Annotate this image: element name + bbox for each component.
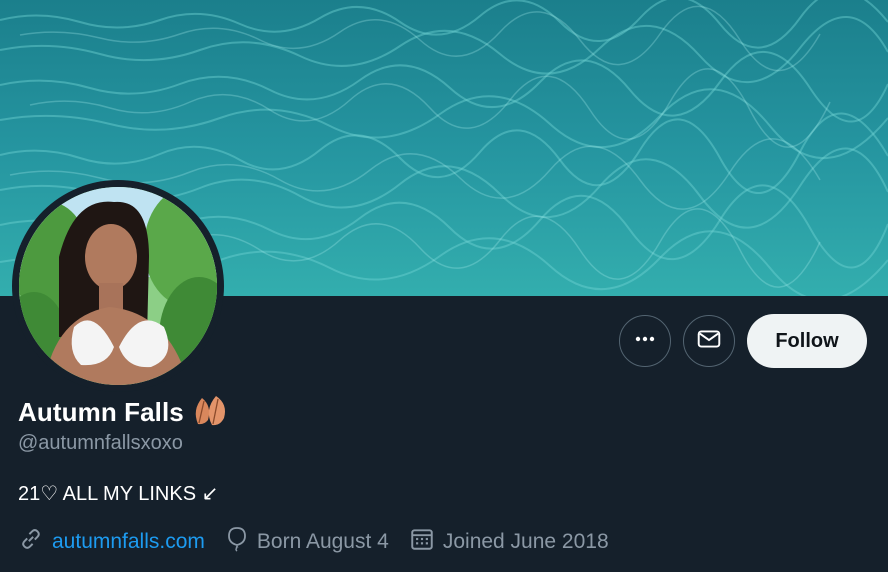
joined-item: Joined June 2018 — [409, 526, 609, 558]
more-options-button[interactable] — [619, 315, 671, 367]
envelope-icon — [696, 326, 722, 357]
joined-text: Joined June 2018 — [442, 530, 609, 553]
handle: @autumnfallsxoxo — [18, 432, 183, 454]
profile-actions: Follow — [619, 314, 867, 368]
avatar[interactable] — [19, 187, 217, 385]
avatar-container[interactable] — [12, 180, 224, 392]
bio: 21♡ ALL MY LINKS ↙ — [18, 483, 219, 505]
website-link[interactable]: autumnfalls.com — [52, 530, 205, 554]
display-name: Autumn Falls — [18, 397, 184, 427]
display-name-row: Autumn Falls — [18, 392, 234, 433]
link-icon — [18, 526, 52, 558]
birthday-text: Born August 4 — [256, 530, 389, 553]
balloon-icon — [225, 526, 257, 558]
more-dots-icon — [633, 327, 657, 356]
message-button[interactable] — [683, 315, 735, 367]
fallen-leaf-icon — [190, 392, 234, 433]
profile-page: Follow Autumn Falls @autumnfallsxoxo 21♡… — [0, 0, 888, 572]
birthday-item: Born August 4 — [225, 526, 389, 558]
profile-meta: autumnfalls.com Born August 4 Joined Jun… — [18, 526, 629, 558]
calendar-icon — [409, 526, 443, 558]
website-item: autumnfalls.com — [18, 526, 205, 558]
follow-button[interactable]: Follow — [747, 314, 867, 368]
